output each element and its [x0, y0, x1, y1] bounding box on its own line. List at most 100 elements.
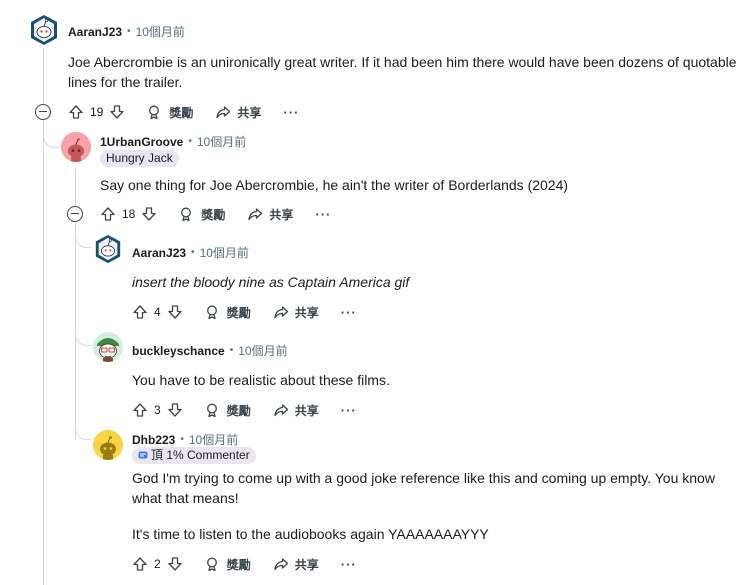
avatar[interactable]: [93, 430, 123, 460]
username[interactable]: buckleyschance: [132, 344, 225, 358]
comment-actions: 19 獎勵 共享 ···: [68, 100, 299, 124]
award-button[interactable]: 獎勵: [205, 304, 251, 321]
vote-group: 4: [132, 304, 183, 320]
snoo-avatar-icon: [97, 338, 119, 362]
share-button[interactable]: 共享: [273, 402, 319, 419]
comment-meta: buckleyschance • 10個月前: [132, 342, 288, 359]
snoo-avatar-icon: [68, 138, 84, 162]
share-button[interactable]: 共享: [273, 556, 319, 573]
share-label: 共享: [237, 105, 262, 120]
more-options-button[interactable]: ···: [315, 207, 331, 222]
user-flair: Hungry Jack: [100, 150, 179, 167]
timestamp[interactable]: 10個月前: [200, 244, 249, 261]
comment-actions: 18 獎勵 共享 ···: [100, 202, 331, 226]
comment-meta: 1UrbanGroove • 10個月前: [100, 133, 247, 150]
share-label: 共享: [294, 403, 319, 418]
vote-group: 19: [68, 104, 125, 120]
more-options-button[interactable]: ···: [341, 305, 357, 320]
upvote-icon[interactable]: [132, 402, 148, 418]
vote-count: 4: [154, 305, 161, 319]
comment-body-paragraph-2: It's time to listen to the audiobooks ag…: [132, 526, 489, 542]
award-label: 獎勵: [169, 105, 194, 120]
share-icon: [274, 306, 288, 319]
vote-count: 2: [154, 557, 161, 571]
upvote-icon[interactable]: [132, 556, 148, 572]
share-label: 共享: [294, 557, 319, 572]
downvote-icon[interactable]: [167, 556, 183, 572]
user-flair: 頂 1% Commenter: [132, 447, 256, 464]
share-icon: [274, 558, 288, 571]
thread-curve: [75, 250, 91, 346]
thread-curve: [75, 346, 91, 440]
username[interactable]: AaranJ23: [68, 25, 122, 39]
upvote-icon[interactable]: [100, 206, 116, 222]
share-icon: [274, 404, 288, 417]
upvote-icon[interactable]: [132, 304, 148, 320]
share-button[interactable]: 共享: [247, 206, 293, 223]
collapse-button[interactable]: [67, 206, 83, 222]
vote-count: 3: [154, 403, 161, 417]
award-label: 獎勵: [226, 403, 251, 418]
thread-line-root: [43, 48, 44, 104]
downvote-icon[interactable]: [109, 104, 125, 120]
award-label: 獎勵: [226, 557, 251, 572]
username[interactable]: AaranJ23: [132, 246, 186, 260]
timestamp[interactable]: 10個月前: [189, 431, 238, 448]
downvote-icon[interactable]: [141, 206, 157, 222]
timestamp[interactable]: 10個月前: [238, 342, 287, 359]
thread-curve: [43, 120, 59, 148]
award-icon: [181, 207, 192, 222]
avatar[interactable]: [93, 332, 123, 362]
award-button[interactable]: 獎勵: [179, 206, 225, 223]
vote-group: 2: [132, 556, 183, 572]
thread-curve: [75, 222, 91, 248]
share-icon: [216, 106, 231, 119]
more-options-button[interactable]: ···: [341, 403, 357, 418]
comment-meta: Dhb223 • 10個月前: [132, 431, 239, 448]
snoo-avatar-icon: [31, 15, 57, 45]
comment-actions: 4 獎勵 共享 ···: [132, 300, 357, 324]
timestamp[interactable]: 10個月前: [136, 23, 185, 40]
comment-body: You have to be realistic about these fil…: [132, 372, 390, 388]
snoo-avatar-icon: [100, 436, 116, 460]
avatar[interactable]: [93, 234, 123, 264]
share-label: 共享: [294, 305, 319, 320]
share-button[interactable]: 共享: [215, 104, 261, 121]
comment-body: insert the bloody nine as Captain Americ…: [132, 274, 410, 290]
comment-meta: AaranJ23 • 10個月前: [132, 244, 249, 261]
username[interactable]: Dhb223: [132, 433, 175, 447]
award-label: 獎勵: [201, 207, 226, 222]
award-icon: [206, 305, 217, 320]
timestamp[interactable]: 10個月前: [197, 133, 246, 150]
upvote-icon[interactable]: [68, 104, 84, 120]
award-button[interactable]: 獎勵: [147, 104, 193, 121]
thread-line-root-2: [43, 120, 44, 585]
award-icon: [149, 105, 160, 120]
share-icon: [248, 208, 263, 221]
more-options-button[interactable]: ···: [283, 105, 299, 120]
user-flair-text: 頂 1% Commenter: [151, 448, 250, 462]
downvote-icon[interactable]: [167, 402, 183, 418]
collapse-button[interactable]: [35, 104, 51, 120]
share-label: 共享: [269, 207, 294, 222]
share-button[interactable]: 共享: [273, 304, 319, 321]
commenter-badge-icon: [138, 451, 148, 459]
snoo-avatar-icon: [95, 234, 121, 264]
comment-body: Say one thing for Joe Abercrombie, he ai…: [100, 177, 569, 193]
avatar[interactable]: [61, 132, 91, 162]
username[interactable]: 1UrbanGroove: [100, 135, 183, 149]
comment-meta: AaranJ23 • 10個月前: [68, 23, 185, 40]
award-button[interactable]: 獎勵: [205, 556, 251, 573]
thread-line-level2: [75, 168, 76, 206]
vote-count: 18: [122, 207, 136, 221]
vote-group: 3: [132, 402, 183, 418]
comment-actions: 3 獎勵 共享 ···: [132, 398, 357, 422]
comment-body: God I'm trying to come up with a good jo…: [132, 470, 715, 506]
downvote-icon[interactable]: [167, 304, 183, 320]
comment-body: Joe Abercrombie is an unironically great…: [68, 54, 737, 90]
award-button[interactable]: 獎勵: [205, 402, 251, 419]
more-options-button[interactable]: ···: [341, 557, 357, 572]
avatar[interactable]: [28, 14, 60, 46]
vote-count: 19: [90, 105, 104, 119]
award-icon: [206, 557, 217, 572]
